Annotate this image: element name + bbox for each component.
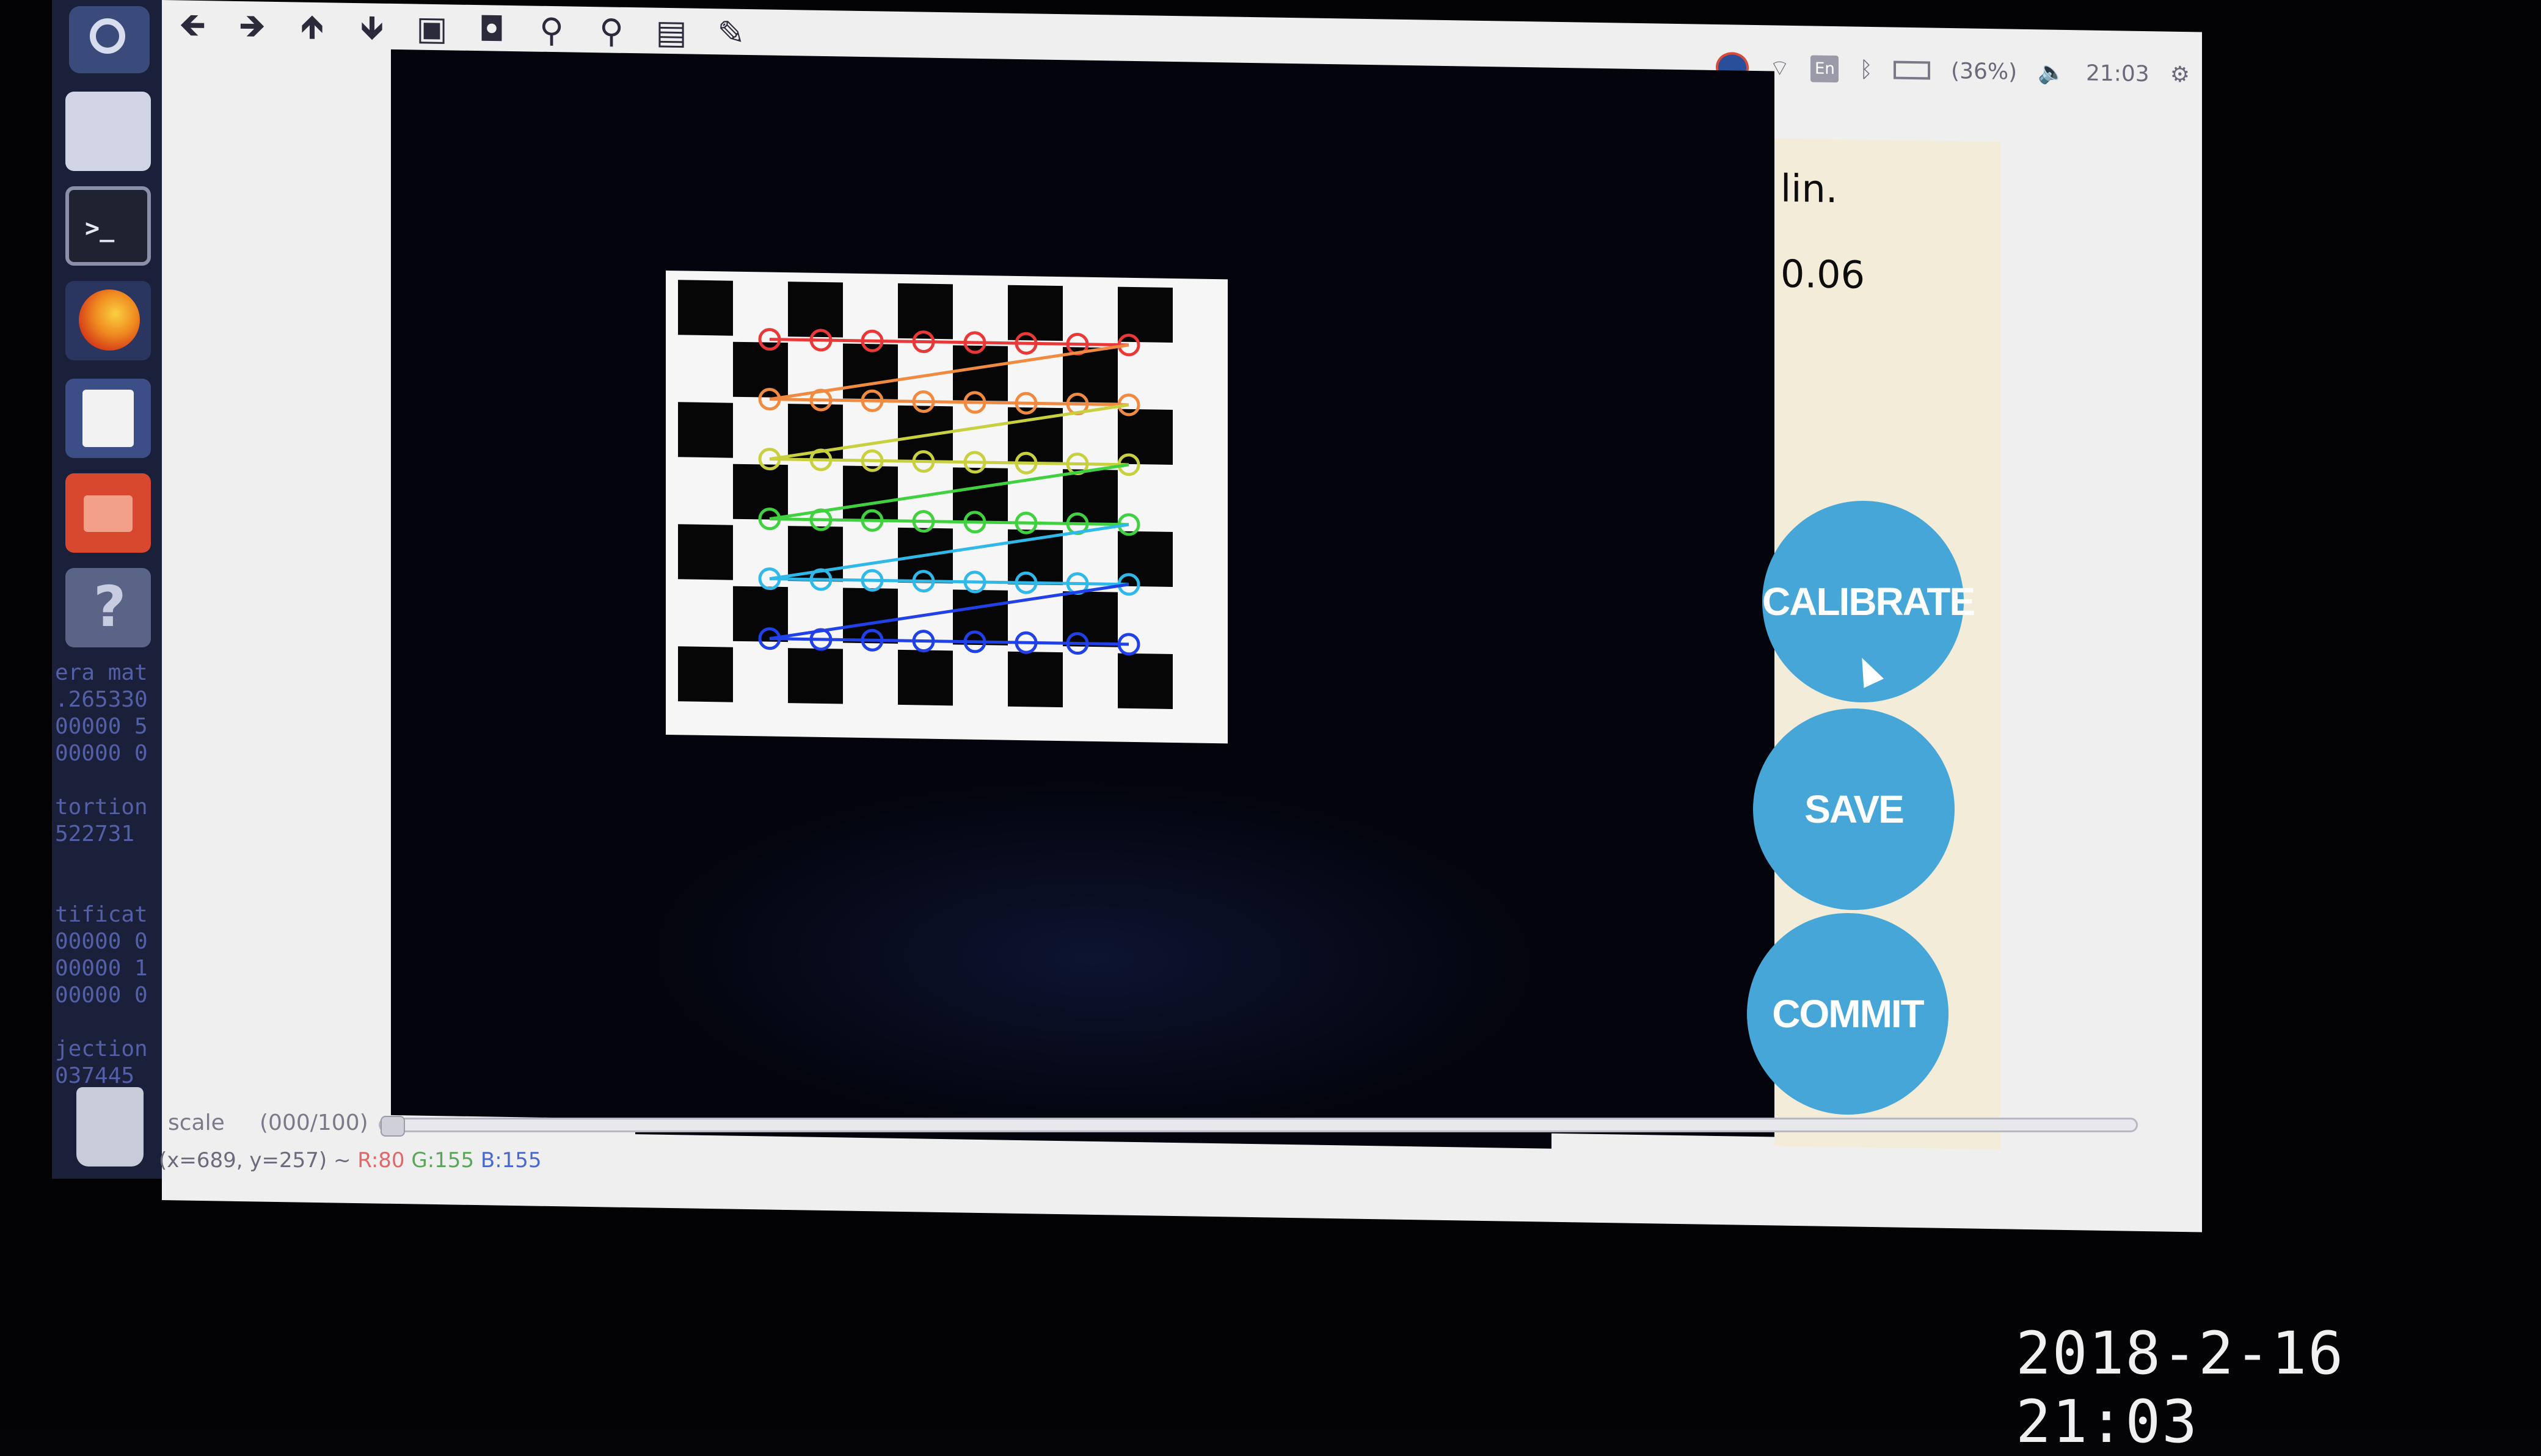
- firefox-icon[interactable]: [65, 281, 151, 360]
- ubuntu-logo-icon: [90, 18, 125, 54]
- help-icon[interactable]: ?: [65, 568, 151, 647]
- save-icon[interactable]: ▤: [653, 13, 690, 52]
- battery-icon[interactable]: [1894, 60, 1931, 80]
- slider-thumb[interactable]: [381, 1116, 405, 1137]
- scale-trackbar: scale (000/100): [168, 1105, 2141, 1142]
- photo-timestamp: 2018-2-16 21:03: [2016, 1319, 2345, 1456]
- toolbar: 🡸 🡺 🡹 🡻 ▣ ◘ ⚲ ⚲ ▤ ✎: [174, 0, 749, 58]
- commit-button[interactable]: COMMIT: [1747, 913, 1949, 1115]
- clock[interactable]: 21:03: [2086, 60, 2149, 87]
- monitor-icon[interactable]: ▣: [414, 9, 450, 48]
- trash-icon[interactable]: [76, 1087, 144, 1167]
- zoom-in-icon[interactable]: ⚲: [533, 11, 570, 50]
- chessboard-target: [666, 270, 1228, 744]
- battery-percent: (36%): [1951, 58, 2018, 85]
- lin-value: 0.06: [1781, 251, 1865, 297]
- zoom-out-icon[interactable]: ⚲: [593, 12, 630, 51]
- properties-icon[interactable]: ◘: [473, 10, 510, 49]
- keyboard-layout-indicator[interactable]: En: [1810, 55, 1839, 83]
- trackbar-value: (000/100): [260, 1110, 368, 1135]
- text-editor-icon[interactable]: [65, 379, 151, 458]
- dash-home-button[interactable]: [69, 6, 150, 73]
- terminal-prompt: >_: [85, 214, 115, 242]
- editor-paper: [82, 390, 134, 447]
- corner-row-line: [770, 457, 1129, 467]
- file-manager-icon[interactable]: [65, 473, 151, 553]
- status-coords: (x=689, y=257) ~: [159, 1148, 358, 1173]
- corner-row-line: [770, 517, 1129, 526]
- camera-view[interactable]: [391, 49, 1774, 1149]
- terminal-icon[interactable]: >_: [65, 186, 151, 266]
- brush-icon[interactable]: ✎: [713, 13, 749, 53]
- save-button[interactable]: SAVE: [1753, 708, 1955, 910]
- trackbar-name: scale: [168, 1110, 225, 1135]
- corner-row-line: [770, 398, 1129, 407]
- corner-row-line: [770, 577, 1129, 586]
- scale-slider[interactable]: [379, 1116, 2138, 1137]
- arrow-down-icon[interactable]: 🡻: [354, 8, 390, 47]
- corner-row-line: [770, 637, 1129, 646]
- status-g: G:155: [411, 1148, 475, 1173]
- volume-icon[interactable]: 🔈: [2038, 59, 2065, 86]
- file-drawer: [84, 495, 133, 532]
- status-b: B:155: [480, 1148, 542, 1173]
- files-drawer-icon[interactable]: [65, 92, 151, 171]
- gear-icon[interactable]: ⚙: [2170, 62, 2190, 87]
- system-tray: ⌔ En ᛒ (36%) 🔈 21:03 ⚙: [1715, 43, 2190, 99]
- help-glyph: ?: [93, 574, 126, 639]
- status-r: R:80: [357, 1148, 405, 1173]
- corner-row-line: [770, 338, 1129, 347]
- background-glow: [635, 768, 1551, 1149]
- firefox-globe: [79, 289, 140, 351]
- detected-corners-overlay: [758, 328, 1140, 656]
- arrow-left-icon[interactable]: 🡸: [174, 5, 211, 44]
- arrow-up-icon[interactable]: 🡹: [294, 7, 330, 46]
- arrow-right-icon[interactable]: 🡺: [234, 6, 271, 45]
- bluetooth-icon[interactable]: ᛒ: [1859, 57, 1873, 82]
- status-bar: (x=689, y=257) ~ R:80 G:155 B:155: [159, 1148, 542, 1173]
- terminal-background-text: era mat .265330 00000 5 00000 0 tortion …: [55, 660, 148, 1088]
- lin-label: lin.: [1781, 166, 1838, 212]
